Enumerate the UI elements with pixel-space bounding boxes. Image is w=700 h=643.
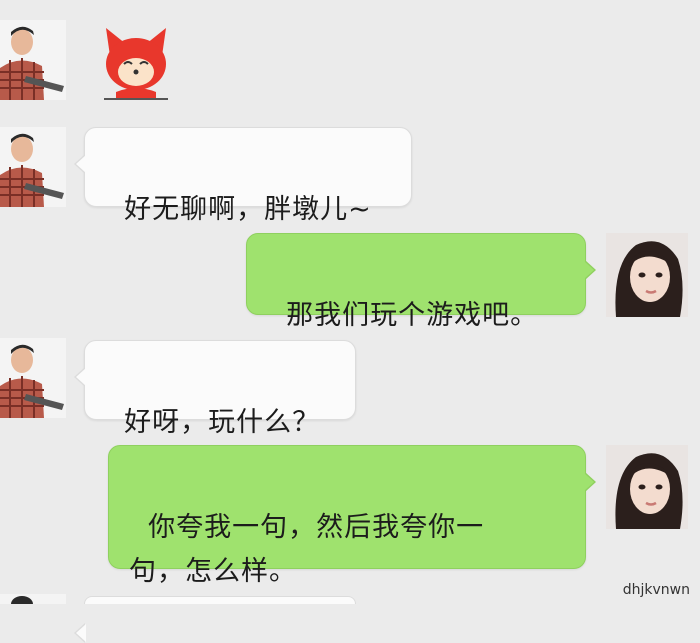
- message-bubble-sent[interactable]: 那我们玩个游戏吧。: [246, 233, 596, 331]
- message-text: 好无聊啊，胖墩儿~: [124, 194, 372, 225]
- female-avatar[interactable]: [606, 445, 688, 529]
- red-fox-cartoon-sticker[interactable]: [96, 22, 176, 102]
- message-bubble-received[interactable]: 好无聊啊，胖墩儿~: [74, 127, 412, 225]
- watermark: dhjkvnwn: [622, 582, 690, 598]
- message-bubble-received[interactable]: [74, 596, 356, 643]
- male-avatar[interactable]: [0, 20, 66, 100]
- male-avatar[interactable]: [0, 338, 66, 418]
- message-text: 好呀，玩什么？: [124, 407, 321, 438]
- message-bubble-received[interactable]: 好呀，玩什么？: [74, 340, 356, 438]
- female-avatar[interactable]: [606, 233, 688, 317]
- message-text: 那我们玩个游戏吧。: [286, 300, 539, 331]
- message-bubble-sent[interactable]: 你夸我一句，然后我夸你一 句，怎么样。: [108, 445, 596, 587]
- male-avatar[interactable]: [0, 594, 66, 604]
- male-avatar[interactable]: [0, 127, 66, 207]
- message-text: 你夸我一句，然后我夸你一 句，怎么样。: [129, 512, 485, 587]
